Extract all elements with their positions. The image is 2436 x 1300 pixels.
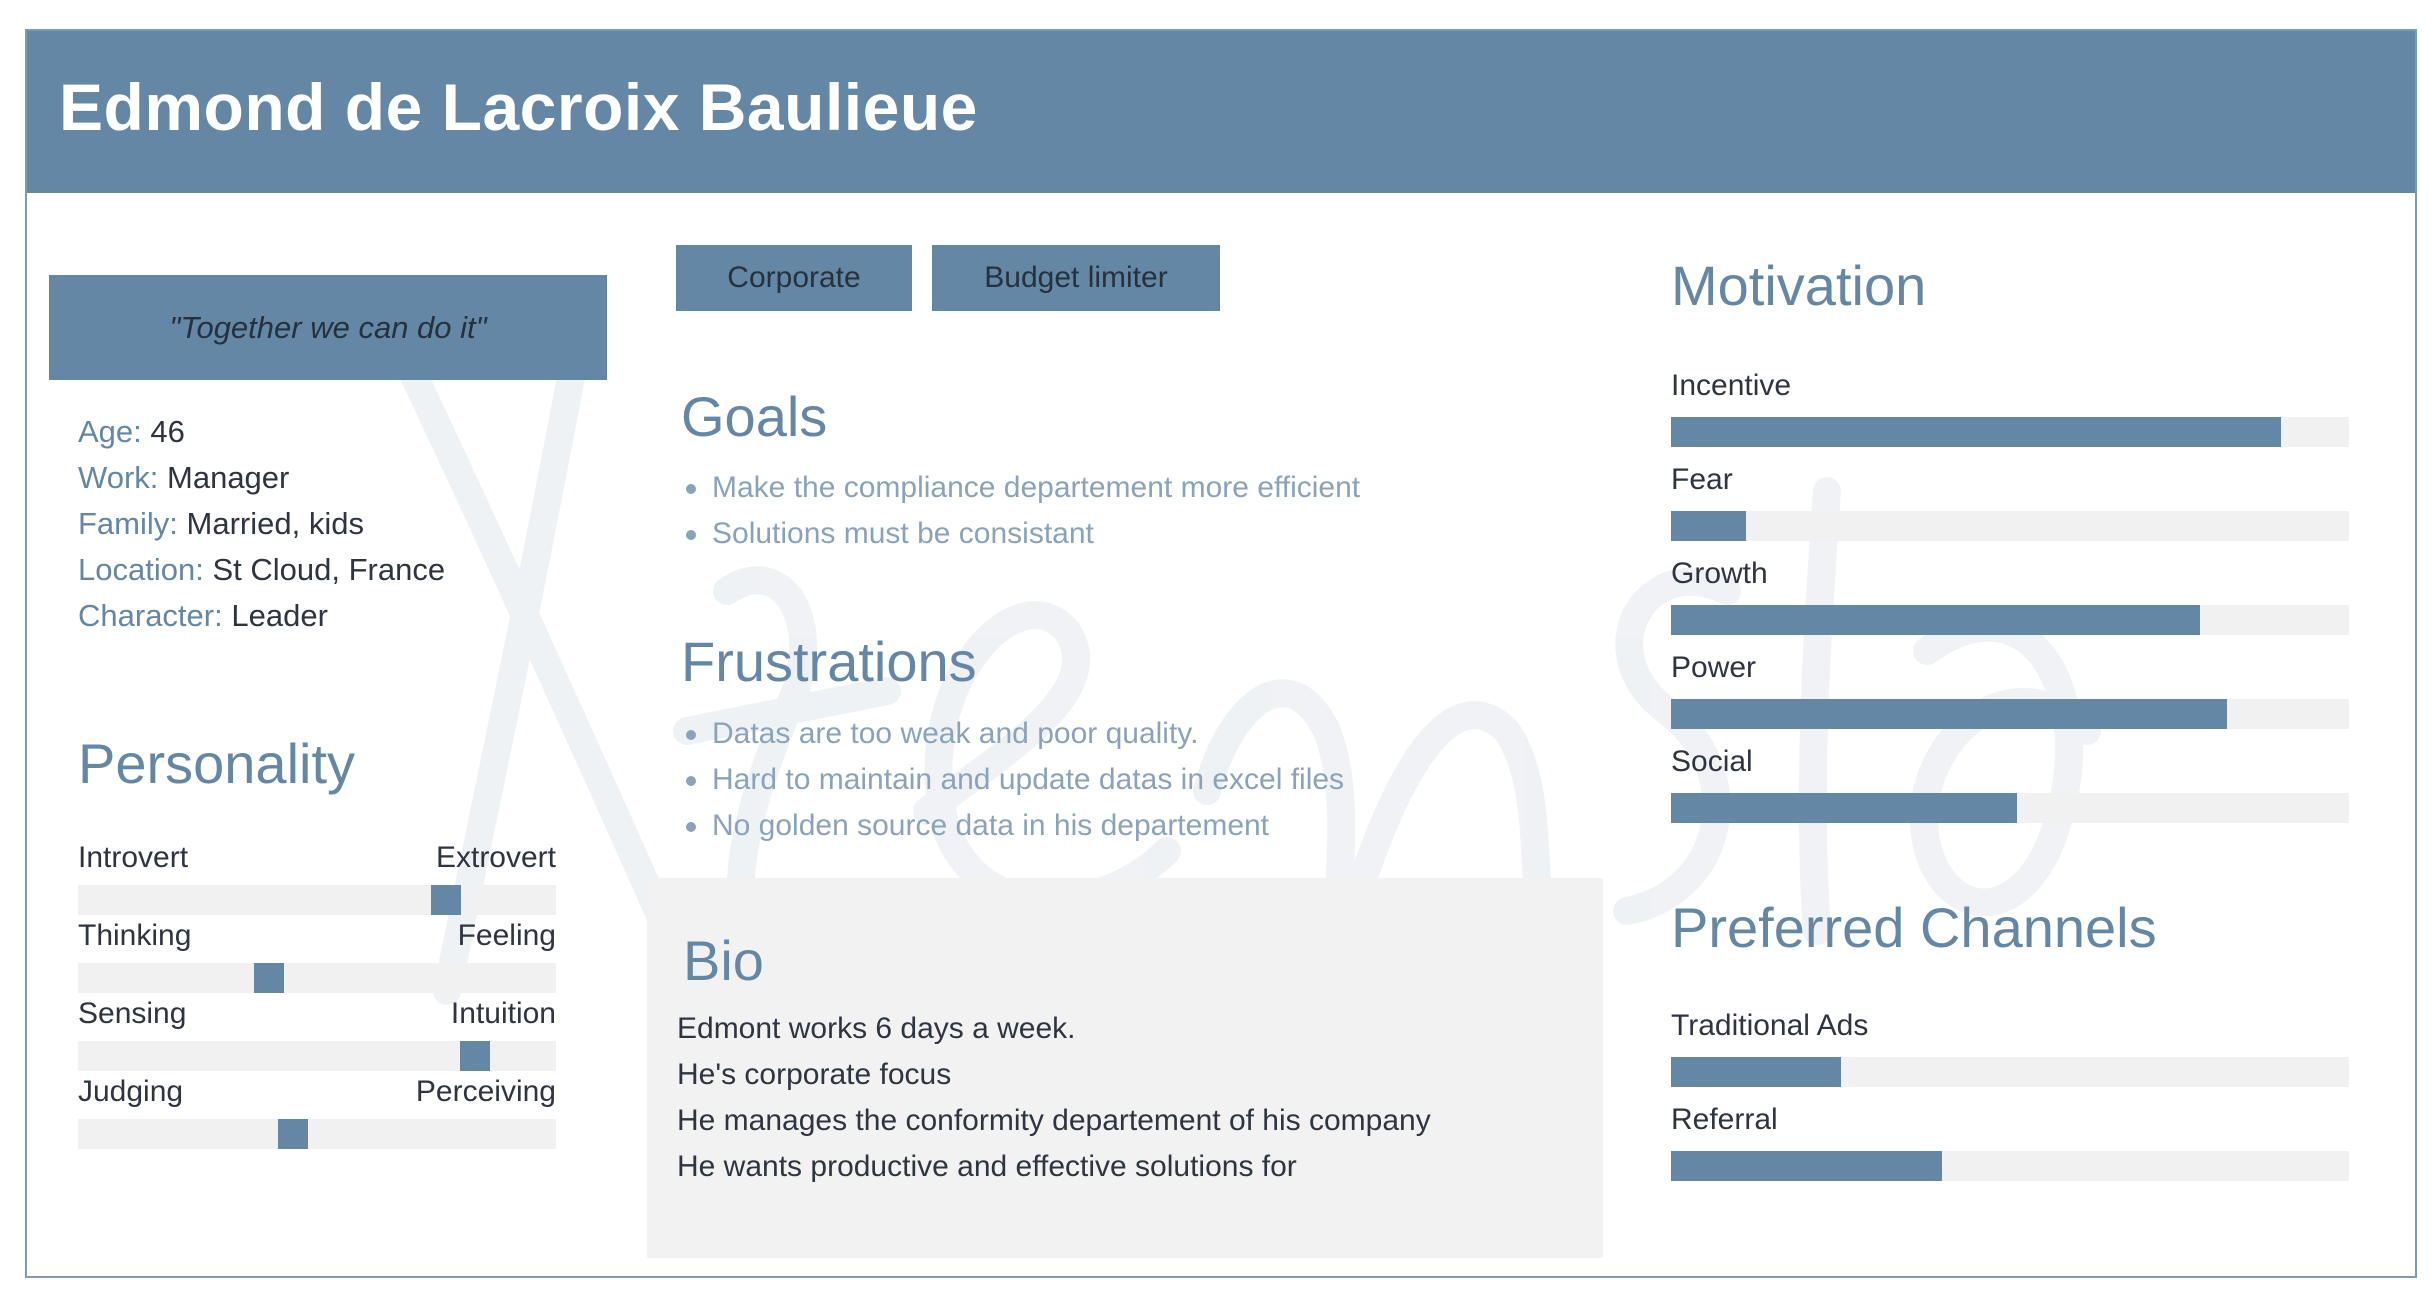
motivation-title: Motivation (1671, 254, 1927, 317)
trait-sensing-intuition: Sensing Intuition (78, 997, 556, 1077)
motivation-social: Social (1671, 745, 2349, 829)
bio-panel: Bio Edmont works 6 days a week. He's cor… (647, 878, 1603, 1258)
list-item: Datas are too weak and poor quality. (682, 711, 1344, 757)
trait-judging-perceiving: Judging Perceiving (78, 1075, 556, 1155)
fact-age: Age: 46 (78, 414, 185, 449)
trait-slider-knob (459, 1041, 490, 1071)
channel-bar-fill (1671, 1151, 1943, 1181)
persona-facts: Age: 46 Work: Manager Family: Married, k… (78, 409, 445, 639)
fact-location: Location: St Cloud, France (78, 552, 446, 587)
channel-bar-fill (1671, 1057, 1841, 1087)
bio-line: Edmont works 6 days a week. (677, 1012, 1076, 1045)
header-bar: Edmond de Lacroix Baulieue (27, 31, 2415, 193)
tag-corporate: Corporate (676, 245, 912, 311)
bio-line: He wants productive and effective soluti… (677, 1150, 1297, 1183)
fact-family: Family: Married, kids (78, 506, 364, 541)
motivation-bar-fill (1671, 417, 2282, 447)
motivation-fear: Fear (1671, 463, 2349, 547)
goals-list: Make the compliance departement more eff… (682, 465, 1360, 557)
personality-title: Personality (78, 732, 356, 795)
motivation-bar-fill (1671, 793, 2017, 823)
fact-work: Work: Manager (78, 460, 290, 495)
trait-thinking-feeling: Thinking Feeling (78, 919, 556, 999)
persona-card: Edmond de Lacroix Baulieue "Together we … (25, 29, 2417, 1278)
list-item: Solutions must be consistant (682, 511, 1360, 557)
channel-traditional-ads: Traditional Ads (1671, 1009, 2349, 1093)
bio-title: Bio (683, 929, 764, 992)
trait-slider-knob (254, 963, 285, 993)
frustrations-list: Datas are too weak and poor quality. Har… (682, 711, 1344, 849)
persona-name: Edmond de Lacroix Baulieue (59, 70, 978, 144)
motivation-power: Power (1671, 651, 2349, 735)
frustrations-title: Frustrations (681, 630, 977, 693)
trait-introvert-extrovert: Introvert Extrovert (78, 841, 556, 921)
fact-character: Character: Leader (78, 598, 328, 633)
bio-text: Edmont works 6 days a week. He's corpora… (677, 1006, 1431, 1190)
trait-slider-knob (431, 885, 462, 915)
channel-referral: Referral (1671, 1103, 2349, 1187)
trait-slider-knob (278, 1119, 309, 1149)
motivation-growth: Growth (1671, 557, 2349, 641)
motivation-incentive: Incentive (1671, 369, 2349, 453)
persona-quote: "Together we can do it" (49, 275, 607, 380)
list-item: Make the compliance departement more eff… (682, 465, 1360, 511)
channels-title: Preferred Channels (1671, 896, 2157, 959)
tag-budget-limiter: Budget limiter (932, 245, 1220, 311)
bio-line: He's corporate focus (677, 1058, 952, 1091)
motivation-bar-fill (1671, 511, 1746, 541)
bio-line: He manages the conformity departement of… (677, 1104, 1431, 1137)
list-item: No golden source data in his departement (682, 803, 1344, 849)
motivation-bar-fill (1671, 699, 2227, 729)
list-item: Hard to maintain and update datas in exc… (682, 757, 1344, 803)
goals-title: Goals (681, 385, 828, 448)
motivation-bar-fill (1671, 605, 2200, 635)
